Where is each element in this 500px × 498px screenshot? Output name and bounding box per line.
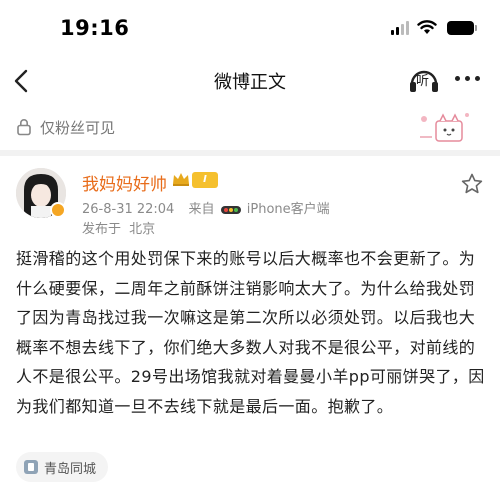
more-button[interactable] — [455, 76, 480, 81]
status-bar: 19:16 — [0, 0, 500, 58]
post-location: 发布于 北京 — [82, 218, 155, 237]
location-prefix: 发布于 — [82, 222, 122, 237]
crown-icon — [173, 173, 189, 186]
location-name: 北京 — [129, 222, 156, 237]
signal-icon — [391, 20, 409, 35]
status-icons — [391, 20, 477, 35]
ellipsis-icon — [455, 76, 460, 81]
battery-icon — [447, 20, 477, 35]
verified-badge-icon — [50, 202, 66, 218]
visibility-bar: 仅粉丝可见 — [0, 102, 500, 148]
post-meta: 26-8-31 22:04 来自 iPhone客户端 — [82, 198, 330, 217]
cat-sticker-icon — [420, 113, 469, 142]
topic-tag[interactable]: 青岛同城 — [16, 452, 109, 482]
wifi-icon — [417, 20, 437, 34]
client-icon — [220, 205, 241, 214]
visibility-label: 仅粉丝可见 — [40, 119, 116, 137]
lock-icon — [17, 119, 31, 136]
nav-bar: 微博正文 听 — [0, 58, 500, 102]
topic-tag-label: 青岛同城 — [44, 461, 97, 477]
author-name[interactable]: 我妈妈好帅 — [82, 170, 167, 195]
section-divider — [0, 150, 500, 156]
status-time: 19:16 — [60, 16, 130, 40]
favorite-button[interactable] — [460, 172, 484, 196]
level-badge: I — [192, 172, 218, 188]
listen-button[interactable]: 听 — [408, 64, 440, 96]
source-prefix: 来自 — [188, 202, 215, 217]
source-client[interactable]: iPhone客户端 — [247, 202, 330, 217]
listen-label: 听 — [416, 74, 430, 89]
city-tag-icon — [24, 460, 38, 474]
post-date: 26-8-31 22:04 — [82, 202, 175, 217]
star-icon — [461, 173, 483, 194]
post-body: 挺滑稽的这个用处罚保下来的账号以后大概率也不会更新了。为什么硬要保，二周年之前酥… — [16, 249, 485, 416]
post-header: 我妈妈好帅 I 26-8-31 22:04 来自 iPhone客户端 发布于 北… — [0, 160, 500, 238]
